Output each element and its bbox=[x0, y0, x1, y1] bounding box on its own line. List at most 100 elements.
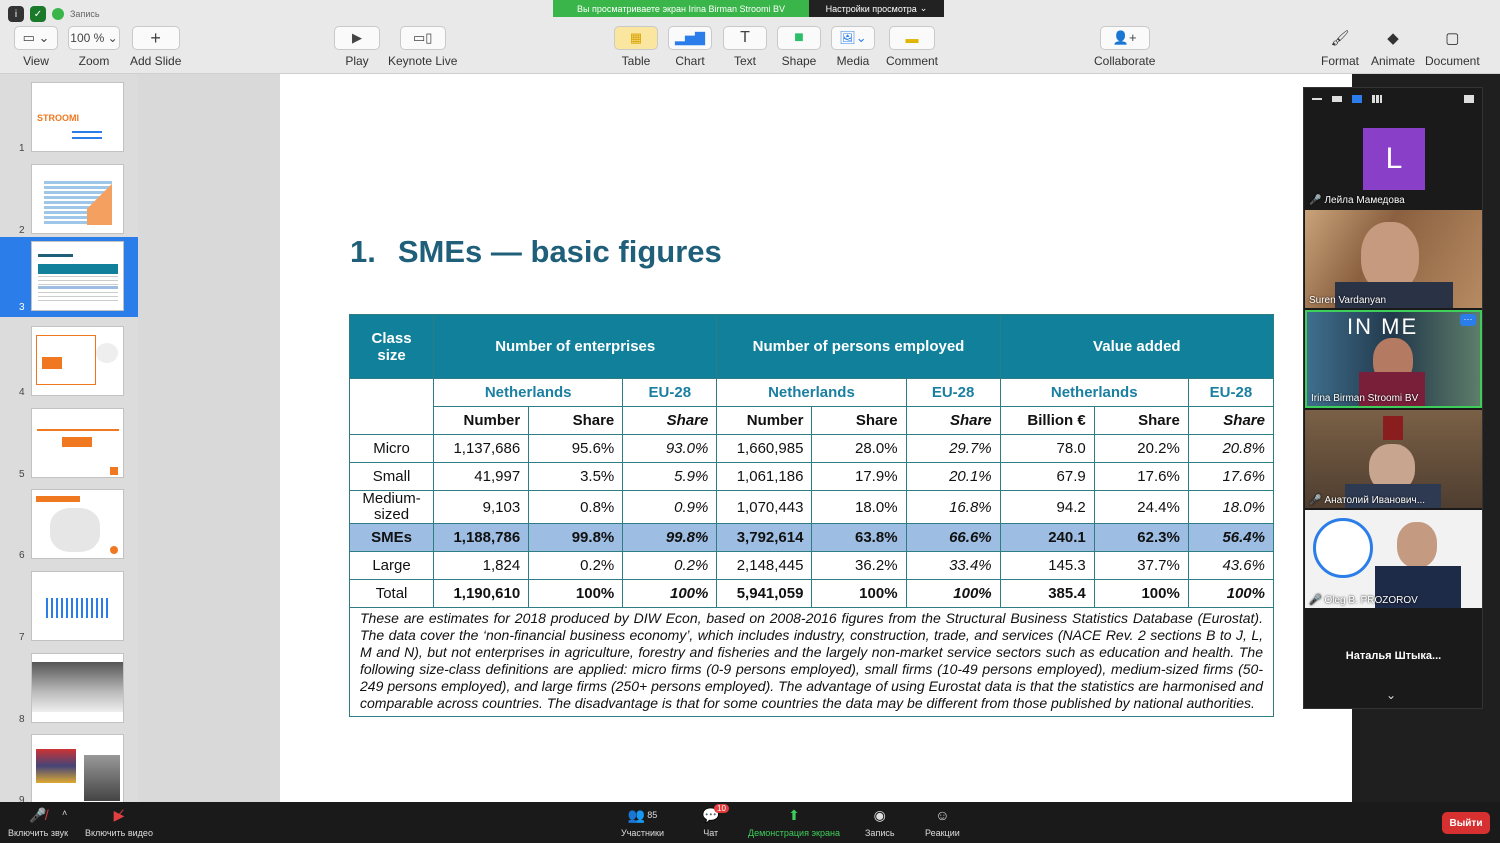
class-size-cell: Small bbox=[348, 462, 435, 491]
value-cell: 0.2% bbox=[622, 551, 718, 580]
expand-icon[interactable] bbox=[1464, 95, 1474, 103]
chat-button[interactable]: 💬 10 Чат bbox=[702, 804, 729, 838]
smiley-icon: ☺ bbox=[935, 807, 950, 823]
participants-button[interactable]: 👥 85 Участники bbox=[621, 806, 664, 839]
strip-view-icon[interactable] bbox=[1332, 96, 1342, 102]
value-cell: 94.2 bbox=[999, 490, 1095, 524]
share-screen-label: Демонстрация экрана bbox=[748, 828, 840, 838]
zoom-button[interactable]: 100 % ⌄ Zoom bbox=[68, 26, 120, 68]
meeting-controls: 🎤̸ Включить звук ˄ ▶̸ Включить видео 👥 85… bbox=[0, 802, 1500, 843]
slide-navigator[interactable]: STROOMI 1 2 3 4 5 6 7 8 9 bbox=[0, 74, 138, 802]
keynote-live-label: Keynote Live bbox=[388, 54, 458, 68]
view-icon: ▭ ⌄ bbox=[14, 26, 58, 50]
slide-thumbnail-1[interactable]: STROOMI 1 bbox=[0, 78, 138, 158]
speaker-view-icon[interactable] bbox=[1352, 95, 1362, 103]
play-icon: ▶ bbox=[334, 26, 380, 50]
value-cell: 1,061,186 bbox=[716, 462, 813, 491]
chat-label: Чат bbox=[703, 828, 719, 838]
thumb-logo: STROOMI bbox=[37, 113, 79, 123]
value-cell: 1,137,686 bbox=[433, 434, 530, 463]
info-icon[interactable]: i bbox=[8, 6, 24, 22]
subheader: Share bbox=[528, 406, 624, 435]
reactions-label: Реакции bbox=[925, 828, 960, 838]
group-header: Number of enterprises bbox=[433, 314, 718, 379]
unmute-button[interactable]: 🎤̸ Включить звук bbox=[8, 806, 69, 839]
shield-icon[interactable]: ✓ bbox=[30, 6, 46, 22]
slide-number: 6 bbox=[19, 550, 25, 561]
share-screen-button[interactable]: ⬆ Демонстрация экрана bbox=[748, 806, 840, 839]
slide-thumbnail-8[interactable]: 8 bbox=[0, 649, 138, 729]
value-cell: 145.3 bbox=[999, 551, 1095, 580]
comment-button[interactable]: ▬ Comment bbox=[886, 26, 938, 68]
start-video-label: Включить видео bbox=[85, 828, 153, 838]
table-button[interactable]: ▦ Table bbox=[614, 26, 658, 68]
emblem-icon bbox=[1383, 416, 1403, 440]
participant-tile-active[interactable]: IN ME ··· Irina Birman Stroomi BV bbox=[1305, 310, 1482, 408]
unmute-label: Включить звук bbox=[8, 828, 69, 838]
add-slide-button[interactable]: + Add Slide bbox=[130, 26, 181, 68]
slide-number: 7 bbox=[19, 632, 25, 643]
participant-tile[interactable]: L 🎤 Лейла Мамедова bbox=[1305, 110, 1482, 208]
current-slide[interactable]: 1. SMEs — basic figures Class size Number… bbox=[280, 74, 1352, 802]
view-settings-button[interactable]: Настройки просмотра ⌄ bbox=[809, 0, 944, 17]
slide-number: 1 bbox=[19, 143, 25, 154]
slide-thumbnail-9[interactable]: 9 bbox=[0, 730, 138, 802]
participant-tile[interactable]: 🎤 Анатолий Иванович... bbox=[1305, 410, 1482, 508]
participant-tile[interactable]: Suren Vardanyan bbox=[1305, 210, 1482, 308]
shape-label: Shape bbox=[781, 54, 817, 68]
value-cell: 62.3% bbox=[1093, 523, 1189, 552]
value-cell: 0.2% bbox=[528, 551, 624, 580]
play-button[interactable]: ▶ Play bbox=[334, 26, 380, 68]
col-class-size: Class size bbox=[348, 314, 435, 379]
record-button[interactable]: ◉ Запись bbox=[865, 806, 895, 839]
reactions-button[interactable]: ☺ Реакции bbox=[925, 806, 960, 838]
value-cell: 100% bbox=[905, 579, 1001, 608]
leave-button[interactable]: Выйти bbox=[1442, 812, 1490, 834]
keynote-live-button[interactable]: ▭▯ Keynote Live bbox=[388, 26, 457, 68]
country-header: Netherlands bbox=[716, 378, 907, 407]
value-cell: 29.7% bbox=[905, 434, 1001, 463]
chart-label: Chart bbox=[675, 54, 705, 68]
slide-thumbnail-6[interactable]: 6 bbox=[0, 485, 138, 565]
chart-button[interactable]: ▂▅▇ Chart bbox=[668, 26, 712, 68]
slide-thumbnail-3[interactable]: 3 bbox=[0, 237, 138, 317]
value-cell: 17.9% bbox=[811, 462, 907, 491]
viewing-text: Вы просматриваете экран Irina Birman Str… bbox=[553, 0, 809, 17]
class-size-cell: Medium-sized bbox=[348, 490, 435, 524]
start-video-button[interactable]: ▶̸ Включить видео bbox=[85, 806, 153, 839]
participant-name: 🎤 Лейла Мамедова bbox=[1309, 195, 1405, 206]
more-icon[interactable]: ··· bbox=[1460, 314, 1476, 326]
slide-thumbnail-7[interactable]: 7 bbox=[0, 567, 138, 647]
chevron-up-icon: ˄ bbox=[62, 808, 68, 818]
slide-thumbnail-5[interactable]: 5 bbox=[0, 404, 138, 484]
document-icon: ▢ bbox=[1445, 30, 1460, 47]
gallery-view-icon[interactable] bbox=[1372, 95, 1382, 103]
zoom-value: 100 % bbox=[70, 31, 105, 45]
document-button[interactable]: ▢ Document bbox=[1425, 26, 1480, 68]
text-button[interactable]: T Text bbox=[723, 26, 767, 68]
class-size-cell: Large bbox=[348, 551, 435, 580]
shape-button[interactable]: ■ Shape bbox=[777, 26, 821, 68]
table-row: SMEs 1,188,786 99.8% 99.8% 3,792,614 63.8% 66.… bbox=[348, 523, 1275, 552]
participant-name: 🎤 Oleg B. PROZOROV bbox=[1309, 595, 1418, 606]
value-cell: 100% bbox=[811, 579, 907, 608]
view-button[interactable]: ▭ ⌄ View bbox=[14, 26, 58, 68]
collaborate-button[interactable]: 👤+ Collaborate bbox=[1094, 26, 1155, 68]
participant-tile[interactable]: 🎤 Oleg B. PROZOROV bbox=[1305, 510, 1482, 608]
share-banner: Вы просматриваете экран Irina Birman Str… bbox=[553, 0, 944, 17]
minimize-icon[interactable] bbox=[1312, 98, 1322, 100]
animate-button[interactable]: ◆ Animate bbox=[1371, 26, 1415, 68]
slide-thumb-image bbox=[31, 241, 124, 311]
slide-thumbnail-2[interactable]: 2 bbox=[0, 160, 138, 240]
slide-canvas: 1. SMEs — basic figures Class size Number… bbox=[138, 74, 1352, 802]
country-header: Netherlands bbox=[999, 378, 1189, 407]
media-button[interactable]: 🖼⌄ Media bbox=[831, 26, 875, 68]
group-header: Value added bbox=[999, 314, 1275, 379]
media-label: Media bbox=[836, 54, 870, 68]
zoom-label: Zoom bbox=[78, 54, 110, 68]
chevron-down-icon[interactable]: ⌄ bbox=[1386, 688, 1396, 702]
slide-thumbnail-4[interactable]: 4 bbox=[0, 322, 138, 402]
audio-options-caret[interactable]: ˄ bbox=[62, 808, 67, 818]
zoom-select[interactable]: 100 % ⌄ bbox=[68, 26, 120, 50]
format-button[interactable]: 🖌 Format bbox=[1320, 26, 1360, 68]
